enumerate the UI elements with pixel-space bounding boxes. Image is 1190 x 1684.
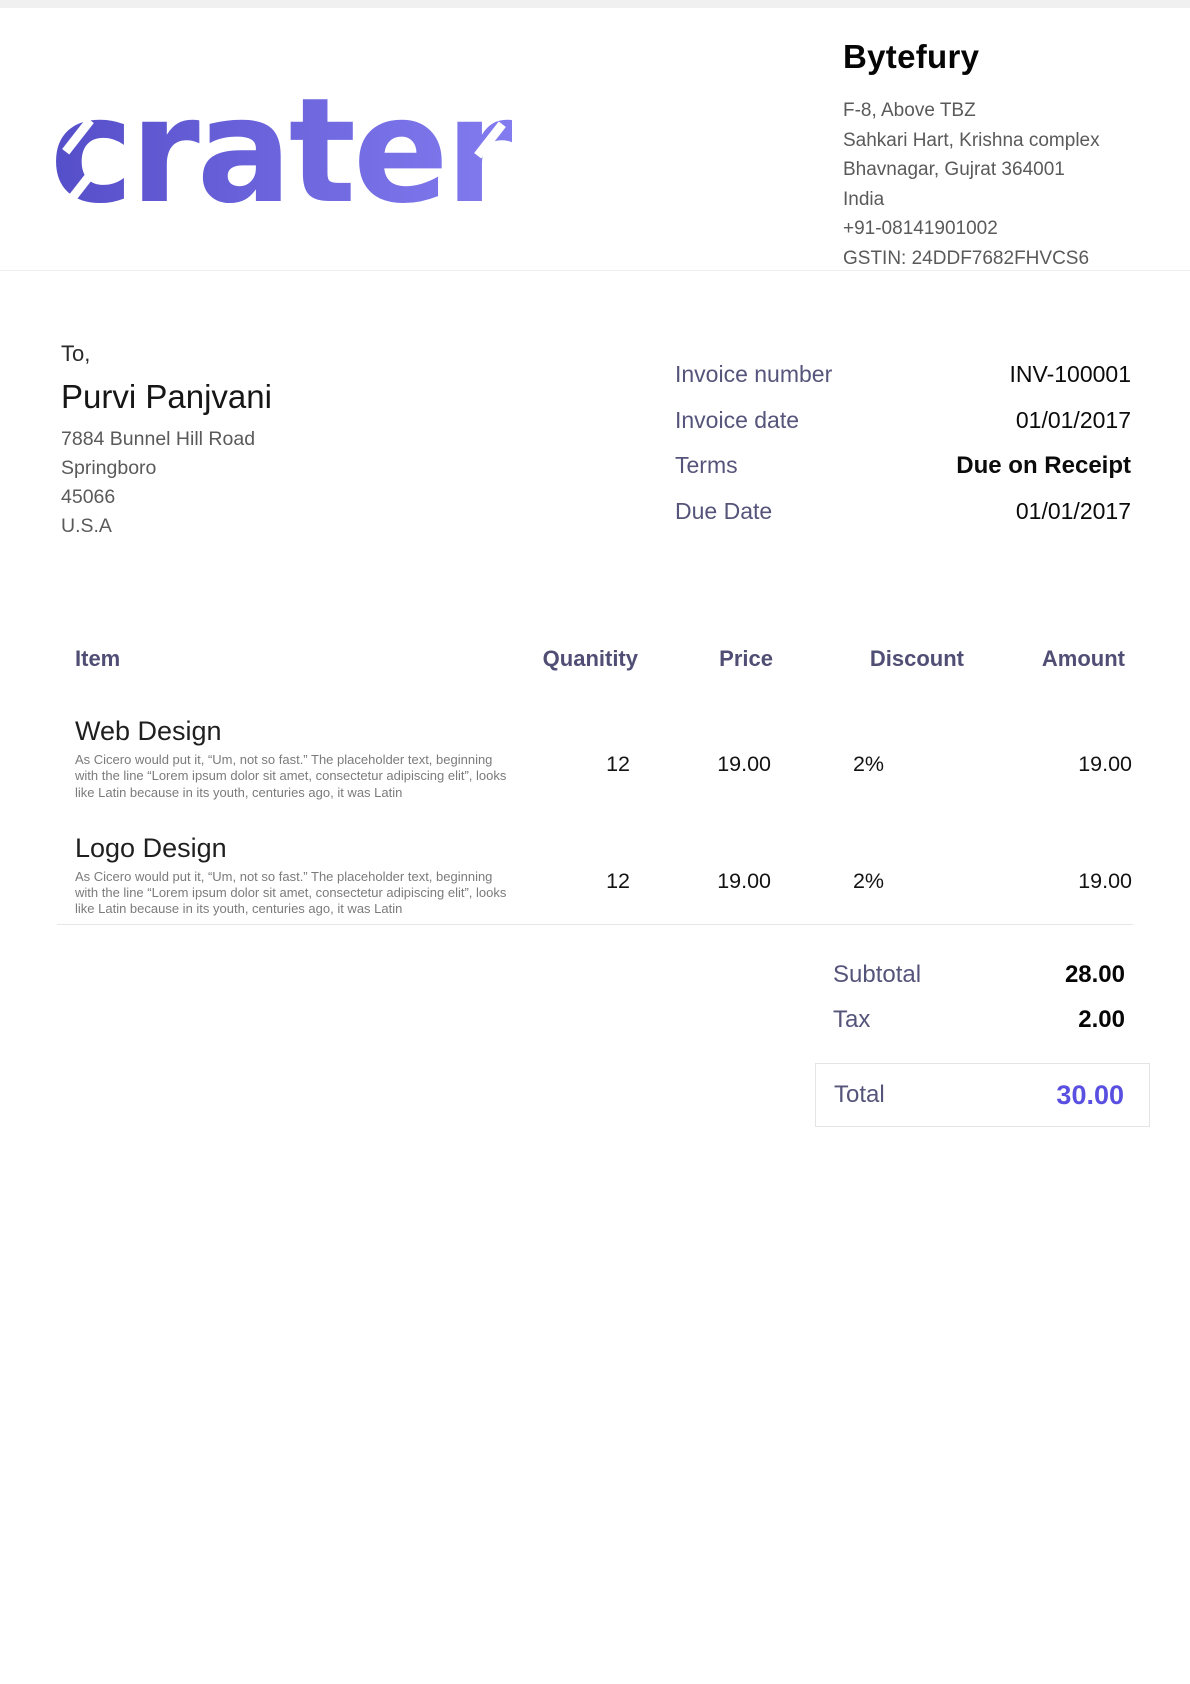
item-description: As Cicero would put it, “Um, not so fast…	[75, 752, 517, 801]
company-phone: +91-08141901002	[843, 214, 1173, 244]
quantity-column-header: Quanitity	[517, 646, 638, 684]
item-quantity: 12	[517, 684, 638, 801]
items-table-section: Item Quanitity Price Discount Amount Web…	[57, 646, 1133, 925]
terms-label: Terms	[675, 452, 738, 479]
tax-label: Tax	[833, 1006, 870, 1034]
item-discount: 2%	[773, 801, 964, 918]
invoice-page: crater Bytefury F-8, Above TBZ Sahkari H…	[0, 0, 1190, 1684]
total-value: 30.00	[1056, 1080, 1124, 1111]
header-divider	[0, 270, 1190, 271]
customer-address-line: Springboro	[61, 454, 272, 483]
crater-logo-text: crater	[50, 88, 512, 219]
invoice-meta: Invoice number INV-100001 Invoice date 0…	[675, 352, 1131, 534]
tax-value: 2.00	[1078, 1006, 1125, 1034]
customer-address-line: U.S.A	[61, 512, 272, 541]
customer-address-line: 45066	[61, 483, 272, 512]
company-gstin: GSTIN: 24DDF7682FHVCS6	[843, 244, 1173, 274]
company-block: Bytefury F-8, Above TBZ Sahkari Hart, Kr…	[843, 38, 1173, 273]
top-strip	[0, 0, 1190, 8]
customer-name: Purvi Panjvani	[61, 377, 272, 417]
items-header-row: Item Quanitity Price Discount Amount	[57, 646, 1133, 684]
company-address-line: F-8, Above TBZ	[843, 96, 1173, 126]
discount-column-header: Discount	[773, 646, 964, 684]
due-date-value: 01/01/2017	[1016, 498, 1131, 525]
amount-column-header: Amount	[964, 646, 1133, 684]
item-row: Web Design As Cicero would put it, “Um, …	[57, 684, 1133, 801]
item-row: Logo Design As Cicero would put it, “Um,…	[57, 801, 1133, 918]
items-divider	[57, 924, 1133, 925]
totals-section: Subtotal 28.00 Tax 2.00 Total 30.00	[815, 952, 1150, 1127]
invoice-number-row: Invoice number INV-100001	[675, 352, 1131, 398]
subtotal-label: Subtotal	[833, 961, 921, 989]
items-table: Item Quanitity Price Discount Amount Web…	[57, 646, 1133, 918]
crater-logo: crater	[50, 88, 512, 219]
total-label: Total	[834, 1081, 885, 1109]
subtotal-row: Subtotal 28.00	[815, 952, 1150, 997]
price-column-header: Price	[638, 646, 773, 684]
bill-to-prefix: To,	[61, 341, 272, 367]
item-price: 19.00	[638, 684, 773, 801]
invoice-date-label: Invoice date	[675, 407, 799, 434]
company-name: Bytefury	[843, 38, 1173, 76]
company-address-line: Bhavnagar, Gujrat 364001	[843, 155, 1173, 185]
invoice-number-value: INV-100001	[1010, 361, 1131, 388]
due-date-row: Due Date 01/01/2017	[675, 489, 1131, 535]
item-description: As Cicero would put it, “Um, not so fast…	[75, 869, 517, 918]
item-discount: 2%	[773, 684, 964, 801]
item-name: Logo Design	[75, 833, 517, 864]
customer-address-line: 7884 Bunnel Hill Road	[61, 425, 272, 454]
item-price: 19.00	[638, 801, 773, 918]
total-box: Total 30.00	[815, 1063, 1150, 1127]
invoice-date-row: Invoice date 01/01/2017	[675, 398, 1131, 444]
company-address-line: India	[843, 185, 1173, 215]
invoice-date-value: 01/01/2017	[1016, 407, 1131, 434]
item-column-header: Item	[57, 646, 517, 684]
item-amount: 19.00	[964, 801, 1133, 918]
terms-row: Terms Due on Receipt	[675, 443, 1131, 489]
bill-to-block: To, Purvi Panjvani 7884 Bunnel Hill Road…	[61, 341, 272, 541]
item-name: Web Design	[75, 716, 517, 747]
subtotal-value: 28.00	[1065, 961, 1125, 989]
crater-logo-svg: crater	[50, 88, 512, 219]
company-address-line: Sahkari Hart, Krishna complex	[843, 126, 1173, 156]
due-date-label: Due Date	[675, 498, 772, 525]
item-quantity: 12	[517, 801, 638, 918]
item-amount: 19.00	[964, 684, 1133, 801]
invoice-number-label: Invoice number	[675, 361, 832, 388]
terms-value: Due on Receipt	[956, 452, 1131, 480]
tax-row: Tax 2.00	[815, 997, 1150, 1042]
